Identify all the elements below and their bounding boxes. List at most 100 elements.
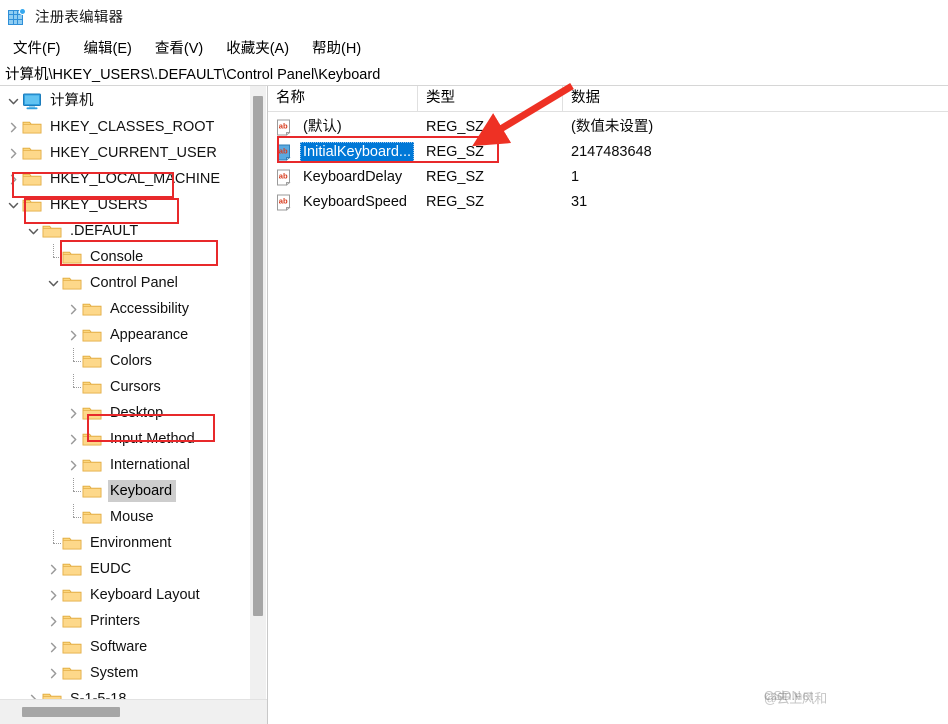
tree-node-accessibility[interactable]: Accessibility xyxy=(0,296,250,322)
chevron-right-icon[interactable] xyxy=(25,686,42,700)
tree-node-label: International xyxy=(110,457,190,473)
tree-connector-line xyxy=(65,348,82,374)
tree-node-environment[interactable]: Environment xyxy=(0,530,250,556)
tree-node-printers[interactable]: Printers xyxy=(0,608,250,634)
folder-icon xyxy=(62,561,82,577)
tree-node-mouse[interactable]: Mouse xyxy=(0,504,250,530)
table-row[interactable]: ab InitialKeyboard... REG_SZ 2147483648 xyxy=(268,140,948,165)
value-name-text: InitialKeyboard... xyxy=(300,142,415,163)
tree-node-input-method[interactable]: Input Method xyxy=(0,426,250,452)
tree-vertical-scrollbar-thumb[interactable] xyxy=(253,96,263,616)
tree-vertical-scrollbar[interactable] xyxy=(250,86,266,700)
tree-node-label: Mouse xyxy=(110,509,154,525)
folder-icon xyxy=(62,613,82,629)
value-name-cell: (默认) xyxy=(300,117,418,138)
values-list: ab (默认) REG_SZ (数值未设置) ab InitialKeyboard... R… xyxy=(268,112,948,215)
string-value-icon: ab xyxy=(276,144,293,161)
tree-node-cursors[interactable]: Cursors xyxy=(0,374,250,400)
chevron-right-icon[interactable] xyxy=(45,582,62,608)
registry-values-pane: 名称 类型 数据 ab (默认) REG_SZ (数值未设置) ab InitialKey… xyxy=(268,86,948,724)
menu-help[interactable]: 帮助(H) xyxy=(307,35,370,60)
tree-node-desktop[interactable]: Desktop xyxy=(0,400,250,426)
column-type[interactable]: 类型 xyxy=(418,86,563,111)
chevron-right-icon[interactable] xyxy=(65,452,82,478)
menu-file[interactable]: 文件(F) xyxy=(8,35,70,60)
chevron-down-icon[interactable] xyxy=(45,270,62,296)
chevron-right-icon[interactable] xyxy=(45,608,62,634)
registry-tree: 计算机 HKEY_CLASSES_ROOT HKEY_CURRENT_USER HKE… xyxy=(0,86,250,700)
tree-node-label: System xyxy=(90,665,139,681)
registry-tree-scroll: 计算机 HKEY_CLASSES_ROOT HKEY_CURRENT_USER HKE… xyxy=(0,86,250,700)
tree-node-hkey-local-machine[interactable]: HKEY_LOCAL_MACHINE xyxy=(0,166,250,192)
value-name-cell: KeyboardSpeed xyxy=(300,192,418,213)
tree-node-eudc[interactable]: EUDC xyxy=(0,556,250,582)
chevron-down-icon[interactable] xyxy=(5,88,22,114)
folder-icon xyxy=(62,665,82,681)
table-row[interactable]: ab (默认) REG_SZ (数值未设置) xyxy=(268,115,948,140)
tree-node-hkey-users[interactable]: HKEY_USERS xyxy=(0,192,250,218)
folder-icon xyxy=(82,379,102,395)
value-type-cell: REG_SZ xyxy=(426,119,485,135)
column-data[interactable]: 数据 xyxy=(563,86,943,111)
tree-node-s-1-5-18[interactable]: S-1-5-18 xyxy=(0,686,250,700)
table-row[interactable]: ab KeyboardSpeed REG_SZ 31 xyxy=(268,190,948,215)
tree-node-appearance[interactable]: Appearance xyxy=(0,322,250,348)
chevron-right-icon[interactable] xyxy=(65,426,82,452)
tree-node-console[interactable]: Console xyxy=(0,244,250,270)
chevron-right-icon[interactable] xyxy=(5,114,22,140)
chevron-right-icon[interactable] xyxy=(45,660,62,686)
tree-node-keyboard-layout[interactable]: Keyboard Layout xyxy=(0,582,250,608)
chevron-right-icon[interactable] xyxy=(65,322,82,348)
tree-node-control-panel[interactable]: Control Panel xyxy=(0,270,250,296)
values-column-header: 名称 类型 数据 xyxy=(268,86,948,112)
chevron-right-icon[interactable] xyxy=(45,556,62,582)
chevron-right-icon[interactable] xyxy=(45,634,62,660)
tree-node-software[interactable]: Software xyxy=(0,634,250,660)
tree-node-hkey-classes-root[interactable]: HKEY_CLASSES_ROOT xyxy=(0,114,250,140)
address-bar[interactable]: 计算机\HKEY_USERS\.DEFAULT\Control Panel\Ke… xyxy=(0,61,948,86)
tree-node-label: 计算机 xyxy=(50,93,94,109)
menu-view[interactable]: 查看(V) xyxy=(150,35,212,60)
menu-edit[interactable]: 编辑(E) xyxy=(79,35,141,60)
chevron-down-icon[interactable] xyxy=(5,192,22,218)
registry-editor-icon xyxy=(8,7,26,26)
tree-node-label: Console xyxy=(90,249,144,265)
tree-horizontal-scrollbar-thumb[interactable] xyxy=(22,707,120,717)
tree-node-[interactable]: 计算机 xyxy=(0,88,250,114)
tree-node-international[interactable]: International xyxy=(0,452,250,478)
tree-node-colors[interactable]: Colors xyxy=(0,348,250,374)
tree-node-label: Control Panel xyxy=(90,275,178,291)
window-title: 注册表编辑器 xyxy=(35,10,124,26)
chevron-right-icon[interactable] xyxy=(5,140,22,166)
chevron-down-icon[interactable] xyxy=(25,218,42,244)
string-value-icon: ab xyxy=(276,194,293,211)
value-name-text: KeyboardSpeed xyxy=(303,194,407,210)
string-value-icon: ab xyxy=(276,169,293,186)
chevron-right-icon[interactable] xyxy=(5,166,22,192)
tree-node-keyboard[interactable]: Keyboard xyxy=(0,478,250,504)
menu-favorites[interactable]: 收藏夹(A) xyxy=(221,35,298,60)
folder-icon xyxy=(62,249,82,265)
tree-node-default[interactable]: .DEFAULT xyxy=(0,218,250,244)
table-row[interactable]: ab KeyboardDelay REG_SZ 1 xyxy=(268,165,948,190)
tree-node-system[interactable]: System xyxy=(0,660,250,686)
tree-node-label: Keyboard xyxy=(108,480,177,502)
tree-horizontal-scrollbar[interactable] xyxy=(0,699,267,724)
chevron-right-icon[interactable] xyxy=(65,296,82,322)
tree-node-label: Input Method xyxy=(110,431,195,447)
column-name[interactable]: 名称 xyxy=(268,86,418,111)
chevron-right-icon[interactable] xyxy=(65,400,82,426)
value-data-cell: 2147483648 xyxy=(571,144,652,160)
tree-node-hkey-current-user[interactable]: HKEY_CURRENT_USER xyxy=(0,140,250,166)
